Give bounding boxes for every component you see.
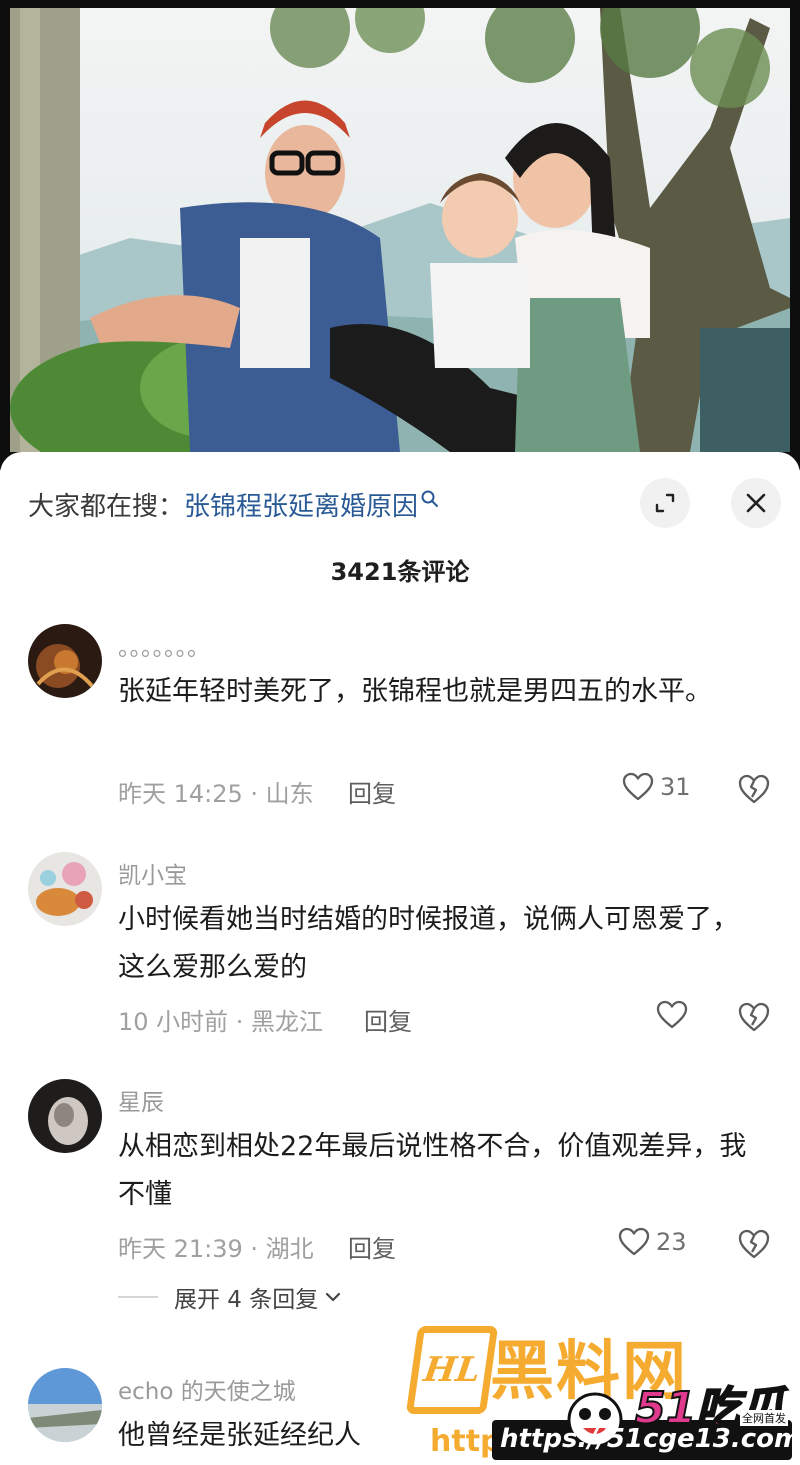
search-suggestion-link[interactable]: 张锦程张延离婚原因	[184, 486, 418, 523]
watermark: HL 黑料网 http 51吃瓜 全网首发 https://51cge13.co…	[400, 1320, 800, 1465]
search-suggestion[interactable]: 大家都在搜： 张锦程张延离婚原因	[28, 480, 440, 528]
comment-text: 从相恋到相处22年最后说性格不合，价值观差异，我不懂	[118, 1131, 747, 1210]
expand-replies-button[interactable]: 展开 4 条回复	[118, 1280, 342, 1314]
chevron-down-icon	[326, 1292, 341, 1302]
like-count: 31	[660, 773, 691, 801]
family-photo-image	[10, 8, 790, 452]
comment-username[interactable]: 。。。。。。。	[118, 628, 210, 662]
expand-button[interactable]	[640, 478, 690, 528]
broken-heart-icon[interactable]	[737, 1227, 771, 1261]
avatar[interactable]	[28, 624, 102, 698]
avatar[interactable]	[28, 1079, 102, 1153]
header-photo	[0, 0, 800, 470]
comment-meta: 昨天 21:39 · 湖北	[118, 1235, 314, 1263]
search-icon[interactable]	[420, 489, 440, 509]
like-button[interactable]: 31	[622, 772, 691, 802]
comment-username[interactable]: 星辰	[118, 1083, 164, 1117]
reply-button[interactable]: 回复	[364, 1002, 412, 1037]
divider	[118, 1296, 158, 1298]
close-icon	[746, 493, 766, 513]
heart-icon	[622, 772, 654, 801]
like-button[interactable]: 23	[618, 1227, 687, 1257]
like-button[interactable]	[656, 1000, 694, 1030]
broken-heart-icon[interactable]	[737, 772, 771, 806]
broken-heart-icon[interactable]	[737, 1000, 771, 1034]
comment-meta: 10 小时前 · 黑龙江	[118, 1008, 324, 1036]
avatar[interactable]	[28, 852, 102, 926]
expand-replies-label: 展开 4 条回复	[174, 1287, 319, 1313]
comment-meta: 昨天 14:25 · 山东	[118, 780, 314, 808]
expand-icon	[655, 493, 675, 513]
comment-text: 小时候看她当时结婚的时候报道，说俩人可恩爱了，这么爱那么爱的	[118, 904, 739, 983]
comment-text: 张延年轻时美死了，张锦程也就是男四五的水平。	[118, 676, 712, 707]
comment-username[interactable]: 凯小宝	[118, 856, 187, 890]
reply-button[interactable]: 回复	[348, 1229, 396, 1264]
watermark-logo: HL	[405, 1326, 499, 1414]
like-count: 23	[656, 1228, 687, 1256]
comment-count: 3421条评论	[330, 558, 470, 586]
watermark-http: http	[430, 1424, 502, 1459]
comment-username[interactable]: echo 的天使之城	[118, 1372, 296, 1406]
close-button[interactable]	[731, 478, 781, 528]
avatar[interactable]	[28, 1368, 102, 1442]
reply-button[interactable]: 回复	[348, 774, 396, 809]
heart-icon	[618, 1227, 650, 1256]
search-suggestion-prefix: 大家都在搜：	[28, 491, 185, 522]
heart-icon	[656, 1000, 688, 1029]
watermark-url: https://51cge13.com	[500, 1424, 800, 1454]
